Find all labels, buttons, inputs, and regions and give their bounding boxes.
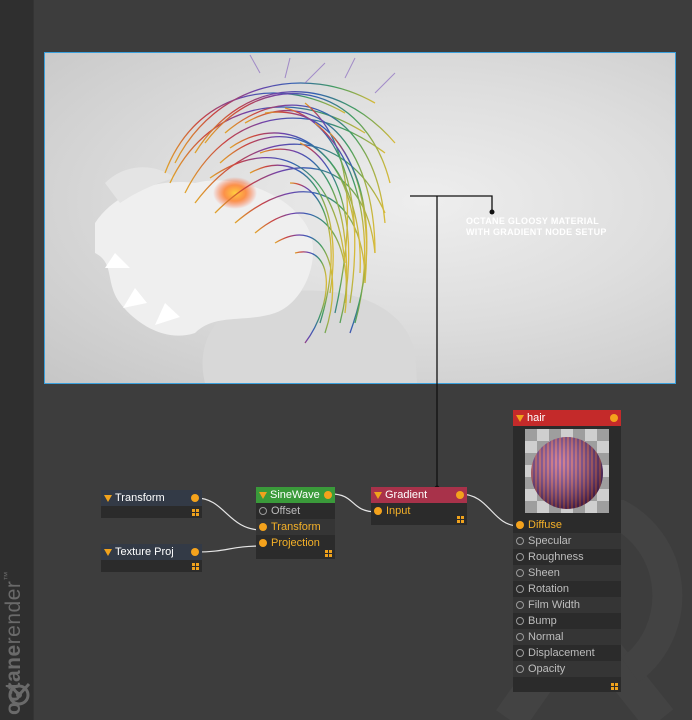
annotation-label: OCTANE GLOOSY MATERIAL WITH GRADIENT NOD… bbox=[466, 216, 607, 237]
input-pin[interactable] bbox=[259, 507, 267, 515]
input-pin[interactable] bbox=[374, 507, 382, 515]
input-pin[interactable] bbox=[516, 521, 524, 529]
port-diffuse[interactable]: Diffuse bbox=[513, 517, 621, 533]
sinewave-node-header[interactable]: SineWave bbox=[256, 487, 335, 503]
input-pin[interactable] bbox=[516, 649, 524, 657]
transform-node-header[interactable]: Transform bbox=[101, 490, 202, 506]
output-pin[interactable] bbox=[610, 414, 618, 422]
material-preview bbox=[525, 429, 609, 513]
node-title: Texture Proj bbox=[115, 546, 174, 558]
port-opacity[interactable]: Opacity bbox=[513, 661, 621, 677]
input-pin[interactable] bbox=[516, 601, 524, 609]
resize-handle-icon[interactable] bbox=[192, 563, 199, 570]
output-pin[interactable] bbox=[191, 548, 199, 556]
port-roughness[interactable]: Roughness bbox=[513, 549, 621, 565]
node-title: Transform bbox=[115, 492, 165, 504]
hair-material-node[interactable]: hair Diffuse Specular Roughness Sheen Ro… bbox=[513, 410, 621, 692]
port-projection[interactable]: Projection bbox=[256, 535, 335, 551]
input-pin[interactable] bbox=[516, 585, 524, 593]
input-pin[interactable] bbox=[516, 569, 524, 577]
texture-proj-node-header[interactable]: Texture Proj bbox=[101, 544, 202, 560]
output-pin[interactable] bbox=[324, 491, 332, 499]
collapse-triangle-icon[interactable] bbox=[259, 492, 267, 499]
port-rotation[interactable]: Rotation bbox=[513, 581, 621, 597]
collapse-triangle-icon[interactable] bbox=[374, 492, 382, 499]
collapse-triangle-icon[interactable] bbox=[104, 495, 112, 502]
port-bump[interactable]: Bump bbox=[513, 613, 621, 629]
port-input[interactable]: Input bbox=[371, 503, 467, 519]
node-title: Gradient bbox=[385, 489, 428, 501]
resize-handle-icon[interactable] bbox=[611, 683, 618, 690]
input-pin[interactable] bbox=[259, 539, 267, 547]
input-pin[interactable] bbox=[516, 553, 524, 561]
transform-node[interactable]: Transform bbox=[101, 490, 202, 518]
sinewave-node[interactable]: SineWave Offset Transform Projection bbox=[256, 487, 335, 559]
texture-proj-node[interactable]: Texture Proj bbox=[101, 544, 202, 572]
collapse-triangle-icon[interactable] bbox=[516, 415, 524, 422]
input-pin[interactable] bbox=[516, 537, 524, 545]
resize-handle-icon[interactable] bbox=[457, 516, 464, 523]
gradient-node[interactable]: Gradient Input bbox=[371, 487, 467, 525]
resize-handle-icon[interactable] bbox=[192, 509, 199, 516]
input-pin[interactable] bbox=[516, 617, 524, 625]
output-pin[interactable] bbox=[191, 494, 199, 502]
port-displacement[interactable]: Displacement bbox=[513, 645, 621, 661]
port-film-width[interactable]: Film Width bbox=[513, 597, 621, 613]
input-pin[interactable] bbox=[516, 665, 524, 673]
input-pin[interactable] bbox=[259, 523, 267, 531]
collapse-triangle-icon[interactable] bbox=[104, 549, 112, 556]
material-preview-sphere bbox=[531, 437, 603, 509]
port-transform[interactable]: Transform bbox=[256, 519, 335, 535]
resize-handle-icon[interactable] bbox=[325, 550, 332, 557]
hair-node-header[interactable]: hair bbox=[513, 410, 621, 426]
node-title: SineWave bbox=[270, 489, 320, 501]
gradient-node-header[interactable]: Gradient bbox=[371, 487, 467, 503]
port-sheen[interactable]: Sheen bbox=[513, 565, 621, 581]
port-offset[interactable]: Offset bbox=[256, 503, 335, 519]
output-pin[interactable] bbox=[456, 491, 464, 499]
node-title: hair bbox=[527, 412, 546, 424]
input-pin[interactable] bbox=[516, 633, 524, 641]
port-normal[interactable]: Normal bbox=[513, 629, 621, 645]
port-specular[interactable]: Specular bbox=[513, 533, 621, 549]
